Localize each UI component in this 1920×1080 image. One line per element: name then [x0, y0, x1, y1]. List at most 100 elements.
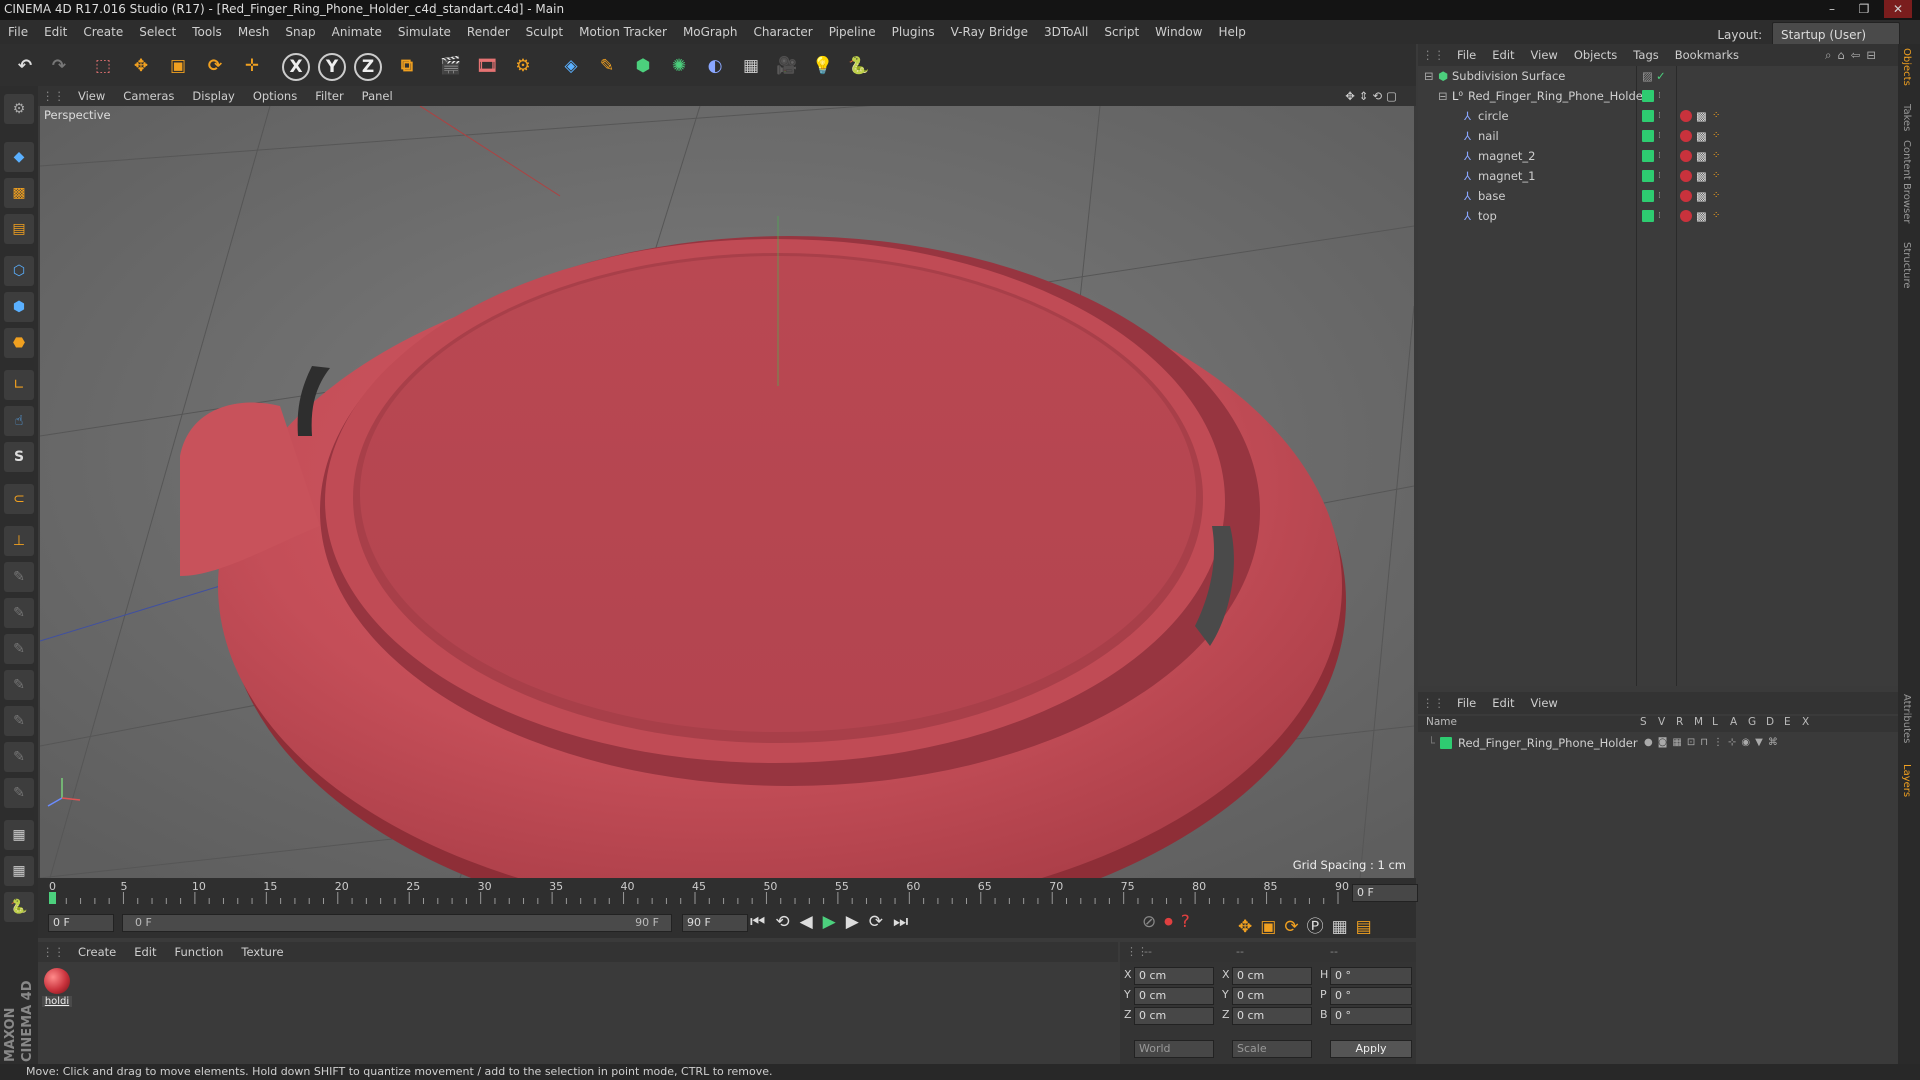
object-name[interactable]: top	[1478, 206, 1497, 226]
om-search-icons[interactable]: ⌕⌂⇦⊟	[1817, 44, 1890, 66]
cloner-icon[interactable]: ✺	[664, 51, 694, 81]
layer-col-generators[interactable]: G	[1748, 716, 1756, 728]
rotate-tool-icon[interactable]: ⟳	[200, 51, 230, 81]
python-script-icon[interactable]: 🐍	[4, 892, 34, 922]
coordinate-space-dropdown[interactable]: World	[1134, 1040, 1214, 1058]
material-tag-icon[interactable]	[1680, 190, 1692, 202]
texture-tag-icon[interactable]: ▩	[1696, 206, 1707, 226]
position-y-field[interactable]: 0 cm	[1134, 987, 1214, 1005]
menu-character[interactable]: Character	[745, 20, 820, 44]
python-icon[interactable]: 🐍	[844, 51, 874, 81]
material-tag-icon[interactable]	[1680, 150, 1692, 162]
tab-takes[interactable]: Takes	[1901, 104, 1912, 131]
workplane-mode-icon[interactable]: ▤	[4, 214, 34, 244]
menu-file[interactable]: File	[0, 20, 36, 44]
layer-col-locked[interactable]: L	[1712, 716, 1718, 728]
tab-content-browser[interactable]: Content Browser	[1901, 140, 1912, 223]
menu-create[interactable]: Create	[75, 20, 131, 44]
key-scale-icon[interactable]: ▣	[1260, 917, 1284, 937]
close-button[interactable]: ✕	[1884, 0, 1912, 18]
om-menu-tags[interactable]: Tags	[1625, 44, 1666, 66]
key-position-icon[interactable]: ✥	[1238, 917, 1260, 937]
phong-tag-icon[interactable]: ⁘	[1712, 126, 1720, 146]
scale-mode-dropdown[interactable]: Scale	[1232, 1040, 1312, 1058]
model-mode-icon[interactable]: ◆	[4, 142, 34, 172]
grid-lock-icon[interactable]: ▦	[4, 820, 34, 850]
current-frame-field[interactable]: 0 F	[1352, 884, 1418, 902]
om-menu-file[interactable]: File	[1449, 44, 1484, 66]
vp-menu-cameras[interactable]: Cameras	[114, 86, 183, 106]
lm-menu-view[interactable]: View	[1523, 692, 1566, 714]
material-tag-icon[interactable]	[1680, 210, 1692, 222]
layer-flags-icons[interactable]: ●◙▦⊡⊓⋮⊹◉▼⌘	[1644, 734, 1783, 752]
material-tag-icon[interactable]	[1680, 130, 1692, 142]
maximize-button[interactable]: ❐	[1850, 0, 1878, 18]
menu-plugins[interactable]: Plugins	[884, 20, 943, 44]
menu-vray-bridge[interactable]: V-Ray Bridge	[943, 20, 1036, 44]
axis-lock-icon[interactable]: ⊥	[4, 526, 34, 556]
mat-menu-texture[interactable]: Texture	[232, 942, 292, 962]
lm-menu-edit[interactable]: Edit	[1484, 692, 1522, 714]
panel-grip-icon[interactable]: ⋮⋮	[38, 942, 69, 962]
panel-grip-icon[interactable]: ⋮⋮	[1418, 692, 1449, 714]
object-row[interactable]: ⅄ magnet_2 ⁞ ▩ ⁘	[1418, 146, 1898, 166]
phong-tag-icon[interactable]: ⁘	[1712, 166, 1720, 186]
size-z-field[interactable]: 0 cm	[1232, 1007, 1312, 1025]
material-swatch[interactable]: holdi	[42, 966, 72, 1007]
menu-render[interactable]: Render	[459, 20, 518, 44]
mat-menu-create[interactable]: Create	[69, 942, 125, 962]
object-row[interactable]: ⅄ top ⁞ ▩ ⁘	[1418, 206, 1898, 226]
cube-primitive-icon[interactable]: ◈	[556, 51, 586, 81]
vp-menu-filter[interactable]: Filter	[306, 86, 352, 106]
tab-objects[interactable]: Objects	[1901, 48, 1912, 86]
object-name[interactable]: magnet_1	[1478, 166, 1536, 186]
layer-color-swatch[interactable]	[1440, 737, 1452, 749]
polygons-mode-icon[interactable]: ⬣	[4, 328, 34, 358]
menu-pipeline[interactable]: Pipeline	[821, 20, 884, 44]
sculpt-brush-3-icon[interactable]: ✎	[4, 634, 34, 664]
panel-grip-icon[interactable]: ⋮⋮	[1418, 44, 1449, 66]
menu-mograph[interactable]: MoGraph	[675, 20, 746, 44]
material-tag-icon[interactable]	[1680, 170, 1692, 182]
snap-icon[interactable]: S	[4, 442, 34, 472]
object-name[interactable]: nail	[1478, 126, 1499, 146]
render-view-icon[interactable]: 🎬	[436, 51, 466, 81]
texture-tag-icon[interactable]: ▩	[1696, 166, 1707, 186]
record-toggle-icon[interactable]: ⊘	[1142, 912, 1164, 932]
deformer-icon[interactable]: ◐	[700, 51, 730, 81]
previous-key-icon[interactable]: ⟲	[775, 912, 799, 932]
next-frame-icon[interactable]: ▶	[846, 912, 869, 932]
position-z-field[interactable]: 0 cm	[1134, 1007, 1214, 1025]
material-tag-icon[interactable]	[1680, 110, 1692, 122]
layer-col-solo[interactable]: S	[1640, 716, 1647, 728]
texture-tag-icon[interactable]: ▩	[1696, 186, 1707, 206]
object-row[interactable]: ⅄ magnet_1 ⁞ ▩ ⁘	[1418, 166, 1898, 186]
menu-help[interactable]: Help	[1210, 20, 1253, 44]
coordinate-system-icon[interactable]: ⧉	[392, 51, 422, 81]
rotation-p-field[interactable]: 0 °	[1330, 987, 1412, 1005]
menu-sculpt[interactable]: Sculpt	[518, 20, 571, 44]
menu-script[interactable]: Script	[1096, 20, 1147, 44]
camera-icon[interactable]: 🎥	[772, 51, 802, 81]
perspective-viewport[interactable]: Perspective Grid Spacing : 1 cm	[40, 106, 1414, 878]
tab-attributes[interactable]: Attributes	[1901, 694, 1912, 743]
object-name[interactable]: magnet_2	[1478, 146, 1536, 166]
layer-color-swatch[interactable]	[1642, 130, 1654, 142]
mat-menu-function[interactable]: Function	[166, 942, 233, 962]
layer-col-xref[interactable]: X	[1802, 716, 1809, 728]
menu-simulate[interactable]: Simulate	[390, 20, 459, 44]
om-menu-edit[interactable]: Edit	[1484, 44, 1522, 66]
object-row[interactable]: ⊟ L⁰ Red_Finger_Ring_Phone_Holder ⁞	[1418, 86, 1898, 106]
phong-tag-icon[interactable]: ⁘	[1712, 186, 1720, 206]
texture-mode-icon[interactable]: ▩	[4, 178, 34, 208]
layer-tag-icon[interactable]: ▨	[1642, 66, 1653, 86]
rotation-b-field[interactable]: 0 °	[1330, 1007, 1412, 1025]
tweak-mode-icon[interactable]: ☝	[4, 406, 34, 436]
undo-icon[interactable]: ↶	[10, 51, 40, 81]
size-y-field[interactable]: 0 cm	[1232, 987, 1312, 1005]
layer-col-name[interactable]: Name	[1426, 716, 1457, 728]
vp-menu-options[interactable]: Options	[244, 86, 306, 106]
panel-grip-icon[interactable]: ⋮⋮	[38, 86, 69, 106]
sculpt-brush-5-icon[interactable]: ✎	[4, 706, 34, 736]
object-row[interactable]: ⅄ base ⁞ ▩ ⁘	[1418, 186, 1898, 206]
